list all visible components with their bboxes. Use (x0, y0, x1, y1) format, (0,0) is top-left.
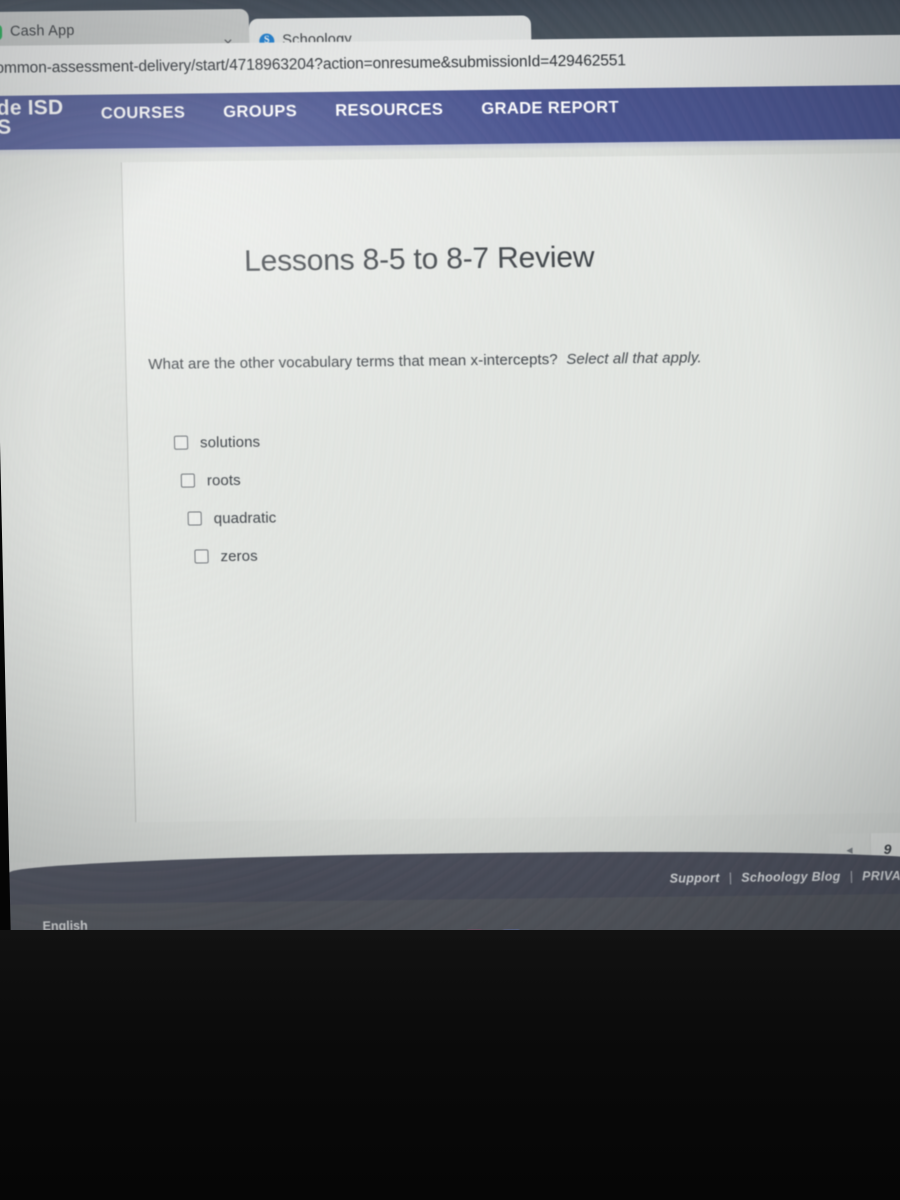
answer-options: solutions roots quadratic zeros (173, 423, 278, 576)
district-logo[interactable]: ide ISD IS (0, 96, 64, 139)
footer-link-privacy[interactable]: PRIVAC (862, 869, 900, 884)
option-label: zeros (220, 547, 258, 565)
question-instruction: Select all that apply. (566, 349, 702, 368)
nav-item-groups[interactable]: GROUPS (223, 102, 297, 122)
option-label: quadratic (213, 509, 277, 527)
nav-item-grade-report[interactable]: GRADE REPORT (481, 98, 619, 119)
footer-separator: | (849, 869, 854, 884)
option-row[interactable]: roots (180, 461, 275, 500)
nav-item-courses[interactable]: COURSES (101, 104, 186, 124)
page-title: Lessons 8-5 to 8-7 Review (243, 240, 595, 278)
checkbox-icon[interactable] (194, 549, 209, 564)
checkbox-icon[interactable] (173, 435, 189, 450)
option-row[interactable]: quadratic (187, 499, 277, 538)
tab-title: Cash App (9, 22, 75, 40)
footer-separator: | (728, 870, 733, 885)
option-row[interactable]: zeros (194, 537, 277, 576)
checkbox-icon[interactable] (180, 473, 196, 488)
question-main: What are the other vocabulary terms that… (148, 351, 558, 374)
option-row[interactable]: solutions (173, 423, 275, 462)
footer-link-schoology-blog[interactable]: Schoology Blog (741, 870, 841, 885)
district-logo-line2: IS (0, 115, 12, 139)
option-label: solutions (199, 433, 261, 451)
question-text: What are the other vocabulary terms that… (148, 349, 702, 373)
assessment-card: Lessons 8-5 to 8-7 Review What are the o… (121, 152, 900, 866)
footer-link-support[interactable]: Support (670, 871, 720, 886)
laptop-photo-screenshot: Cash App S Schoology × × + common-assess… (0, 0, 900, 1200)
dark-background-area (0, 930, 900, 1200)
cashapp-icon (0, 24, 3, 40)
footer-links: Support | Schoology Blog | PRIVAC (670, 869, 900, 886)
checkbox-icon[interactable] (187, 511, 202, 526)
nav-item-resources[interactable]: RESOURCES (335, 100, 444, 120)
option-label: roots (206, 471, 241, 489)
laptop-screen: Cash App S Schoology × × + common-assess… (0, 0, 900, 1014)
